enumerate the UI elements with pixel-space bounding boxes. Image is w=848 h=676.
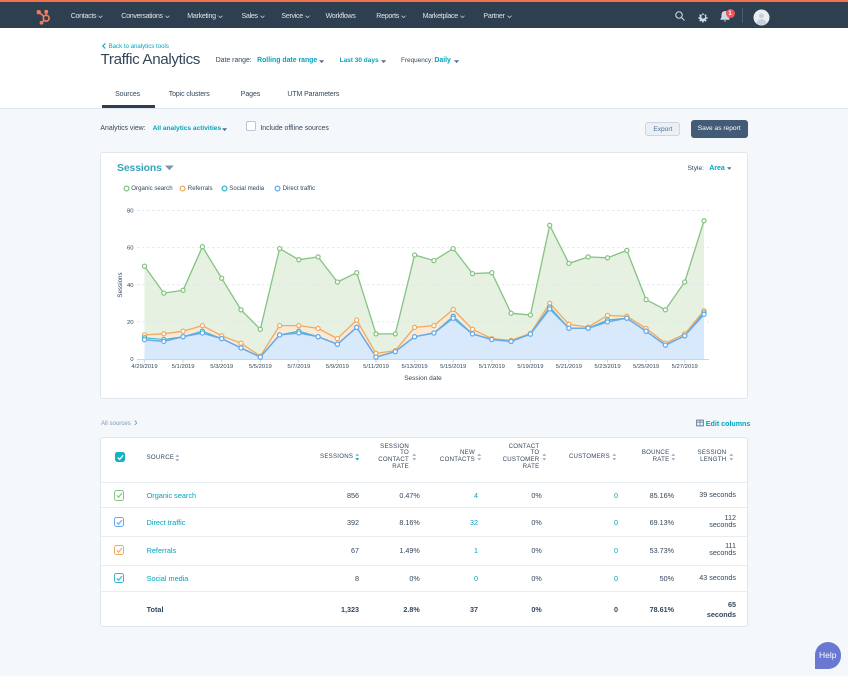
svg-text:5/11/2019: 5/11/2019	[363, 364, 389, 370]
svg-text:Session date: Session date	[404, 375, 442, 382]
svg-text:5/17/2019: 5/17/2019	[479, 364, 505, 370]
svg-text:5/7/2019: 5/7/2019	[287, 364, 310, 370]
svg-text:5/9/2019: 5/9/2019	[326, 364, 349, 370]
svg-text:0: 0	[130, 357, 134, 363]
svg-text:5/23/2019: 5/23/2019	[594, 364, 620, 370]
svg-text:5/1/2019: 5/1/2019	[172, 364, 195, 370]
svg-text:60: 60	[127, 245, 134, 251]
svg-text:5/27/2019: 5/27/2019	[672, 364, 698, 370]
svg-text:20: 20	[127, 320, 134, 326]
svg-text:5/19/2019: 5/19/2019	[517, 364, 543, 370]
svg-text:40: 40	[127, 282, 134, 288]
svg-text:Sessions: Sessions	[117, 272, 124, 297]
svg-text:80: 80	[127, 208, 134, 214]
svg-text:5/5/2019: 5/5/2019	[249, 364, 272, 370]
svg-text:5/15/2019: 5/15/2019	[440, 364, 466, 370]
svg-text:5/21/2019: 5/21/2019	[556, 364, 582, 370]
svg-text:4/29/2019: 4/29/2019	[131, 364, 157, 370]
svg-text:5/25/2019: 5/25/2019	[633, 364, 659, 370]
svg-text:5/13/2019: 5/13/2019	[401, 364, 427, 370]
svg-text:5/3/2019: 5/3/2019	[210, 364, 233, 370]
